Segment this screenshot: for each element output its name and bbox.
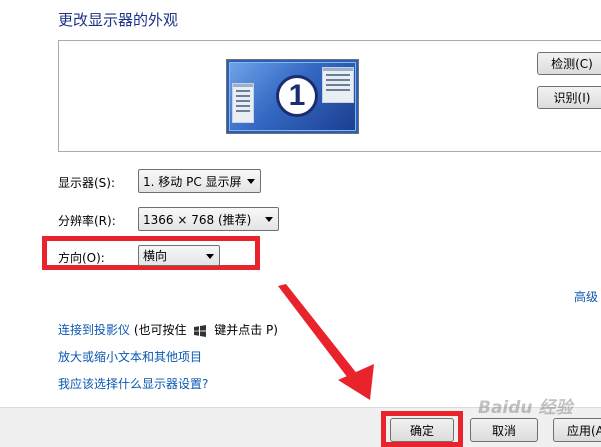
projector-hint-suffix: 键并点击 P) [214, 323, 278, 337]
ok-highlight-box [381, 411, 463, 447]
dropdown-arrow-icon [206, 253, 214, 259]
cancel-button[interactable]: 取消 [470, 418, 538, 442]
monitor-screen: 1 [229, 62, 356, 131]
monitor-number-badge: 1 [276, 75, 318, 117]
enlarge-text-link[interactable]: 放大或缩小文本和其他项目 [58, 348, 202, 365]
resolution-select-value: 1366 × 768 (推荐) [143, 212, 252, 227]
windows-logo-icon [194, 324, 207, 337]
display-select[interactable]: 1. 移动 PC 显示屏 [138, 169, 261, 193]
projector-hint-prefix: (也可按住 [133, 323, 187, 337]
projector-row: 连接到投影仪 (也可按住 键并点击 P) [58, 321, 278, 338]
connect-projector-link[interactable]: 连接到投影仪 [58, 323, 130, 337]
mini-window-right [322, 67, 354, 103]
apply-button[interactable]: 应用(A [553, 418, 601, 442]
which-settings-link[interactable]: 我应该选择什么显示器设置? [58, 375, 208, 392]
mini-window-left [232, 83, 254, 123]
red-arrow-annotation [278, 284, 374, 400]
advanced-settings-link[interactable]: 高级 [574, 288, 598, 305]
display-label: 显示器(S): [58, 176, 116, 190]
dropdown-arrow-icon [265, 217, 273, 222]
page-title: 更改显示器的外观 [58, 11, 179, 29]
resolution-select[interactable]: 1366 × 768 (推荐) [138, 207, 279, 231]
monitor-icon[interactable]: 1 [226, 59, 359, 134]
dropdown-arrow-icon [247, 179, 255, 184]
resolution-label: 分辨率(R): [58, 214, 116, 228]
orientation-label: 方向(O): [58, 251, 105, 265]
orientation-select-value: 横向 [143, 249, 168, 263]
orientation-select[interactable]: 横向 [138, 245, 220, 266]
identify-button[interactable]: 识别(I) [537, 86, 601, 109]
display-select-value: 1. 移动 PC 显示屏 [143, 174, 242, 189]
watermark-text: Baidu 经验 [478, 398, 573, 418]
detect-button[interactable]: 检测(C) [537, 52, 601, 75]
